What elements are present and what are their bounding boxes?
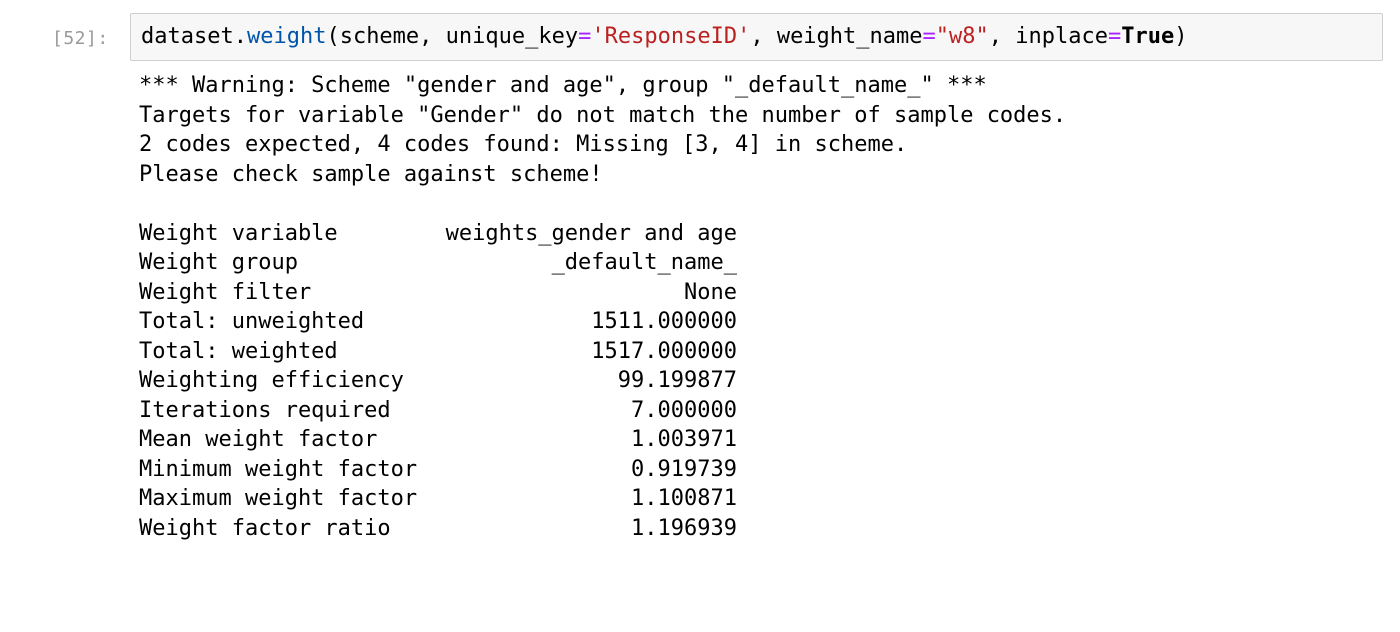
code-input-area[interactable]: dataset.weight(scheme, unique_key='Respo…: [130, 13, 1383, 61]
code-method-name: weight: [246, 24, 327, 49]
code-text: dataset.: [141, 24, 247, 49]
summary-label: Weight variable: [139, 220, 338, 246]
summary-value: _default_name_: [551, 250, 737, 275]
summary-row: Total: unweighted 1511.000000: [139, 307, 1066, 337]
summary-value: None: [684, 279, 737, 305]
summary-value: 7.000000: [631, 397, 737, 423]
summary-value: weights_gender and age: [445, 220, 737, 246]
summary-value: 1511.000000: [591, 309, 737, 334]
warning-line: Please check sample against scheme!: [139, 161, 603, 187]
warning-line: Targets for variable "Gender" do not mat…: [139, 102, 1067, 128]
summary-value: 1.003971: [631, 427, 737, 452]
summary-value: 1.100871: [631, 486, 737, 511]
summary-row: Weight filter None: [139, 278, 1066, 308]
cell-output: *** Warning: Scheme "gender and age", gr…: [139, 71, 1066, 543]
summary-row: Weight group _default_name_: [139, 248, 1066, 278]
summary-row: Weight factor ratio 1.196939: [139, 514, 1066, 544]
summary-value: 1517.000000: [591, 338, 737, 364]
warning-line: 2 codes expected, 4 codes found: Missing…: [139, 132, 908, 157]
code-text: , inplace: [988, 24, 1108, 49]
summary-row: Minimum weight factor 0.919739: [139, 455, 1066, 485]
summary-row: Mean weight factor 1.003971: [139, 425, 1066, 455]
code-operator: =: [578, 24, 592, 49]
summary-value: 99.199877: [617, 368, 737, 393]
summary-row: Total: weighted 1517.000000: [139, 337, 1066, 367]
weight-summary-table: Weight variable weights_gender and age W…: [139, 219, 1066, 544]
summary-value: 1.196939: [631, 515, 737, 541]
summary-row: Weighting efficiency 99.199877: [139, 366, 1066, 396]
code-text: , weight_name: [750, 24, 923, 49]
notebook-cell: [52]: dataset.weight(scheme, unique_key=…: [0, 0, 1400, 589]
code-keyword: True: [1121, 24, 1175, 49]
summary-label: Weight filter: [139, 279, 312, 305]
summary-value: 0.919739: [631, 456, 737, 482]
code-string: 'ResponseID': [591, 24, 751, 49]
summary-label: Weight group: [139, 250, 298, 275]
summary-label: Total: weighted: [139, 338, 338, 364]
summary-row: Weight variable weights_gender and age: [139, 219, 1066, 249]
code-text: ): [1174, 24, 1188, 49]
summary-row: Maximum weight factor 1.100871: [139, 484, 1066, 514]
summary-row: Iterations required 7.000000: [139, 396, 1066, 426]
input-prompt: [52]:: [52, 28, 109, 49]
warning-line: *** Warning: Scheme "gender and age", gr…: [139, 73, 987, 98]
summary-label: Total: unweighted: [139, 309, 365, 334]
code-text: (scheme, unique_key: [326, 24, 579, 49]
code-line: dataset.weight(scheme, unique_key='Respo…: [141, 23, 1187, 51]
code-operator: =: [922, 24, 936, 49]
code-operator: =: [1107, 24, 1122, 49]
code-string: "w8": [935, 24, 989, 49]
